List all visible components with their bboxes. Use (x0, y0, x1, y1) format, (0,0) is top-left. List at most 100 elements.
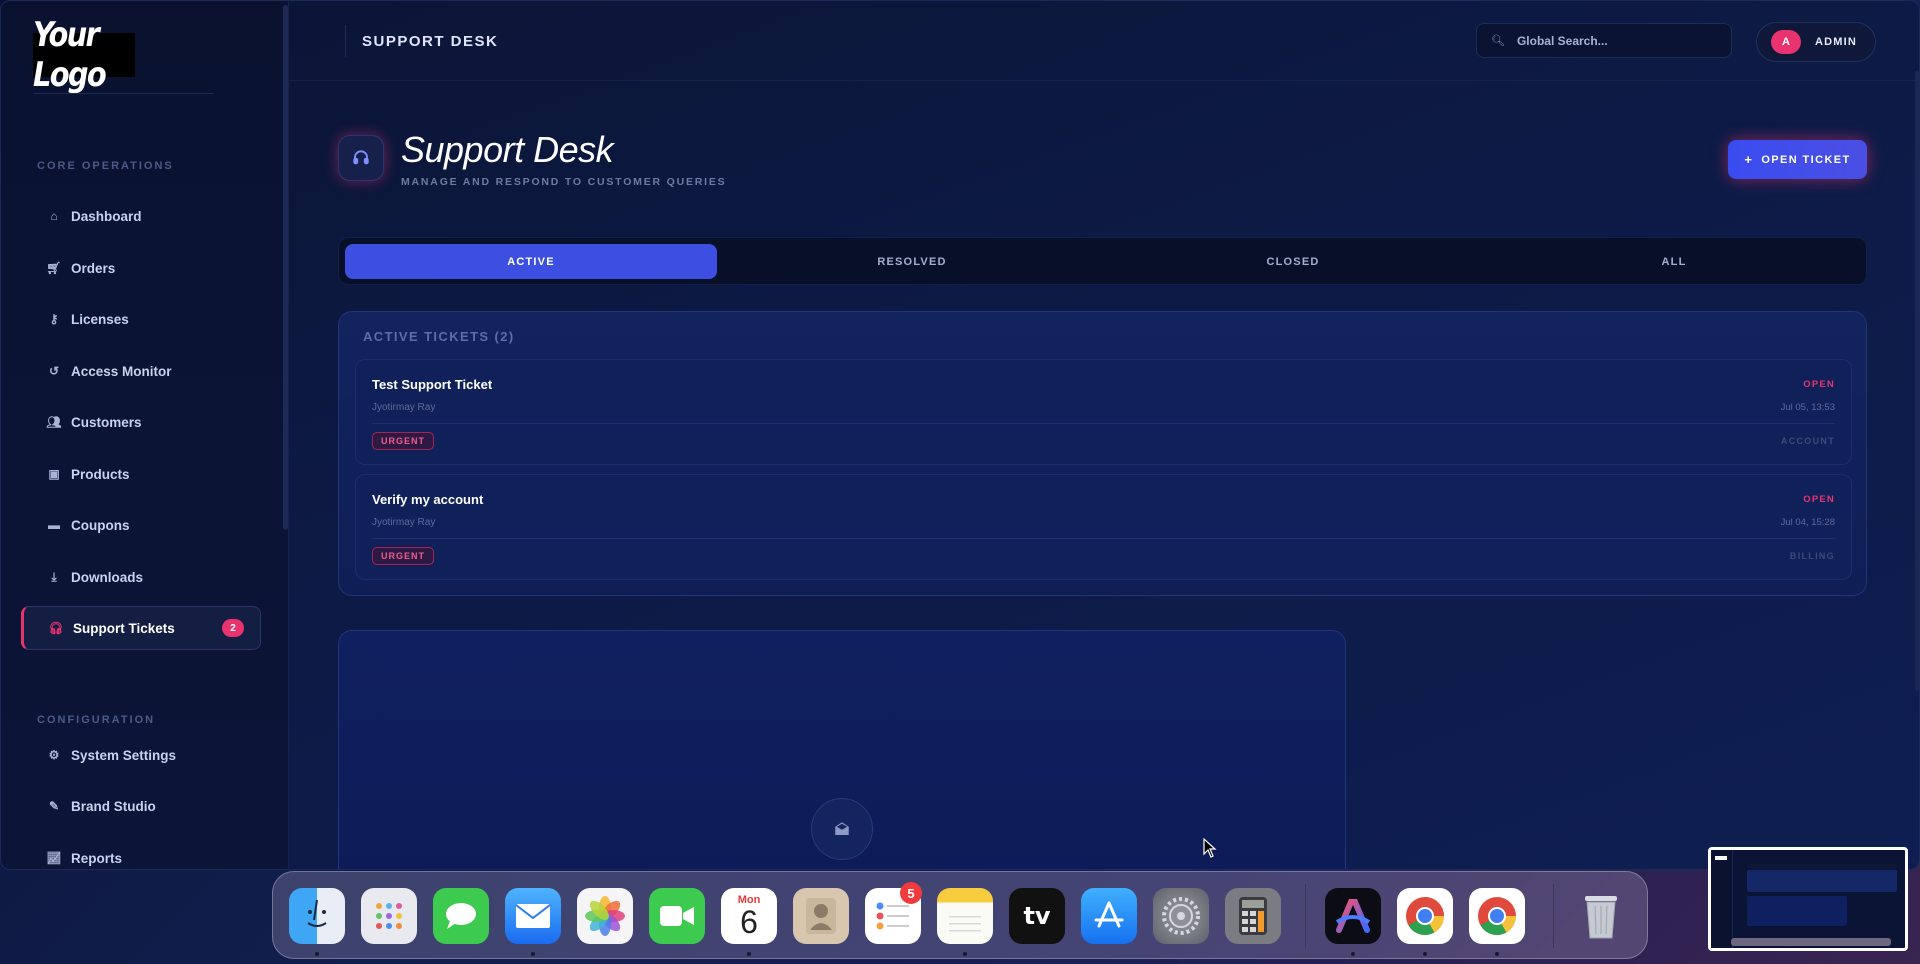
plus-icon: + (1744, 152, 1754, 167)
calendar-icon[interactable]: Mon 6 (721, 888, 777, 944)
thumbnail-logo (1715, 856, 1727, 860)
tab-resolved[interactable]: RESOLVED (726, 244, 1098, 279)
sidebar-item-access-monitor[interactable]: ↺ Access Monitor (21, 349, 261, 393)
sidebar-scrollbar[interactable] (283, 5, 288, 530)
tab-closed[interactable]: CLOSED (1107, 244, 1479, 279)
sidebar-item-support-tickets[interactable]: 🎧︎ Support Tickets 2 (21, 606, 261, 650)
active-tickets-panel: ACTIVE TICKETS (2) Test Support Ticket J… (338, 311, 1867, 596)
sidebar-item-label: Products (71, 466, 130, 482)
envelope-open-icon (811, 798, 873, 860)
calculator-icon[interactable] (1225, 888, 1281, 944)
thumbnail-tabs (1747, 864, 1897, 868)
sidebar-item-customers[interactable]: 👥︎ Customers (21, 400, 261, 444)
ticket-divider (372, 538, 1835, 539)
notes-running-dot (963, 952, 967, 956)
mail-running-dot (531, 952, 535, 956)
ticket-status: OPEN (1803, 494, 1835, 505)
ticket-icon: ▬ (48, 518, 60, 532)
sidebar: Your Logo CORE OPERATIONS ⌂ Dashboard 🛒︎… (1, 1, 289, 869)
sidebar-item-coupons[interactable]: ▬ Coupons (21, 503, 261, 547)
tab-all[interactable]: ALL (1488, 244, 1860, 279)
cart-icon: 🛒︎ (46, 261, 62, 275)
gear-icon: ⚙ (48, 748, 60, 762)
sidebar-item-label: Reports (71, 850, 123, 866)
brush-icon: ✎ (48, 799, 60, 813)
sidebar-item-orders[interactable]: 🛒︎ Orders (21, 246, 261, 290)
notes-icon[interactable] (937, 888, 993, 944)
calendar-running-dot (747, 952, 751, 956)
ticket-subject: Test Support Ticket (372, 377, 493, 392)
home-icon: ⌂ (50, 209, 58, 223)
apple-tv-icon[interactable]: tv (1009, 888, 1065, 944)
ticket-category: ACCOUNT (1780, 436, 1835, 446)
section-label-core: CORE OPERATIONS (37, 160, 174, 172)
top-header: SUPPORT DESK 🔍︎ A ADMIN (289, 1, 1919, 81)
ticket-details-panel (338, 630, 1346, 869)
logo-divider (33, 93, 213, 94)
sidebar-item-system-settings[interactable]: ⚙ System Settings (21, 733, 261, 777)
screenshot-thumbnail[interactable] (1708, 847, 1908, 951)
page-subtitle: MANAGE AND RESPOND TO CUSTOMER QUERIES (401, 176, 727, 188)
contacts-icon[interactable] (793, 888, 849, 944)
system-settings-icon[interactable] (1153, 888, 1209, 944)
open-ticket-label: OPEN TICKET (1761, 153, 1851, 166)
thumbnail-sidebar (1711, 850, 1733, 948)
headset-icon: 🎧︎ (48, 621, 64, 635)
tab-active[interactable]: ACTIVE (345, 244, 717, 279)
sidebar-item-brand-studio[interactable]: ✎ Brand Studio (21, 784, 261, 828)
user-menu[interactable]: A ADMIN (1756, 22, 1876, 62)
search-icon: 🔍︎ (1491, 35, 1505, 47)
section-label-config: CONFIGURATION (37, 714, 156, 726)
sidebar-item-downloads[interactable]: ⤓ Downloads (21, 555, 261, 599)
ticket-divider (372, 423, 1835, 424)
history-icon: ↺ (48, 364, 60, 378)
photos-icon[interactable] (577, 888, 633, 944)
ticket-user: Jyotirmay Ray (372, 517, 436, 528)
mail-icon[interactable] (505, 888, 561, 944)
ticket-card[interactable]: Test Support Ticket Jyotirmay Ray OPEN J… (355, 359, 1852, 465)
ticket-category: BILLING (1789, 551, 1835, 561)
sidebar-item-label: Brand Studio (71, 798, 156, 814)
chrome-icon[interactable] (1397, 888, 1453, 944)
arc-browser-icon[interactable] (1325, 888, 1381, 944)
sidebar-item-products[interactable]: ▣ Products (21, 452, 261, 496)
dock-separator (1553, 884, 1554, 948)
thumbnail-dock (1731, 938, 1891, 946)
main-scrollbar[interactable] (1915, 71, 1919, 691)
logo[interactable]: Your Logo (33, 15, 135, 95)
global-search[interactable]: 🔍︎ (1476, 23, 1732, 58)
ticket-card[interactable]: Verify my account Jyotirmay Ray OPEN Jul… (355, 474, 1852, 580)
launchpad-icon[interactable] (361, 888, 417, 944)
chrome-running-dot (1423, 952, 1427, 956)
ticket-date: Jul 05, 13:53 (1780, 402, 1835, 413)
search-input[interactable] (1516, 33, 1717, 48)
dock: Mon 6 5 tv (272, 871, 1648, 959)
tv-label: tv (1023, 902, 1051, 930)
users-icon: 👥︎ (46, 415, 62, 429)
app-window: Your Logo CORE OPERATIONS ⌂ Dashboard 🛒︎… (0, 0, 1920, 870)
download-icon: ⤓ (51, 569, 57, 584)
ticket-subject: Verify my account (372, 492, 484, 507)
box-icon: ▣ (48, 467, 60, 481)
chrome-icon[interactable] (1469, 888, 1525, 944)
chrome-running-dot (1495, 952, 1499, 956)
sidebar-item-reports[interactable]: 📈︎ Reports (21, 836, 261, 869)
finder-icon[interactable] (289, 888, 345, 944)
messages-icon[interactable] (433, 888, 489, 944)
sidebar-item-dashboard[interactable]: ⌂ Dashboard (21, 194, 261, 238)
header-divider (345, 25, 346, 57)
sidebar-item-label: System Settings (71, 747, 177, 763)
sidebar-item-label: Support Tickets (73, 620, 175, 636)
priority-badge: URGENT (372, 547, 434, 565)
ticket-status: OPEN (1803, 379, 1835, 390)
headset-icon (338, 135, 384, 181)
app-store-icon[interactable] (1081, 888, 1137, 944)
arc-running-dot (1351, 952, 1355, 956)
avatar: A (1771, 30, 1801, 54)
ticket-date: Jul 04, 15:28 (1780, 517, 1835, 528)
open-ticket-button[interactable]: + OPEN TICKET (1728, 140, 1867, 179)
trash-icon[interactable] (1573, 888, 1629, 944)
sidebar-item-label: Coupons (71, 517, 130, 533)
facetime-icon[interactable] (649, 888, 705, 944)
sidebar-item-licenses[interactable]: ⚷ Licenses (21, 297, 261, 341)
